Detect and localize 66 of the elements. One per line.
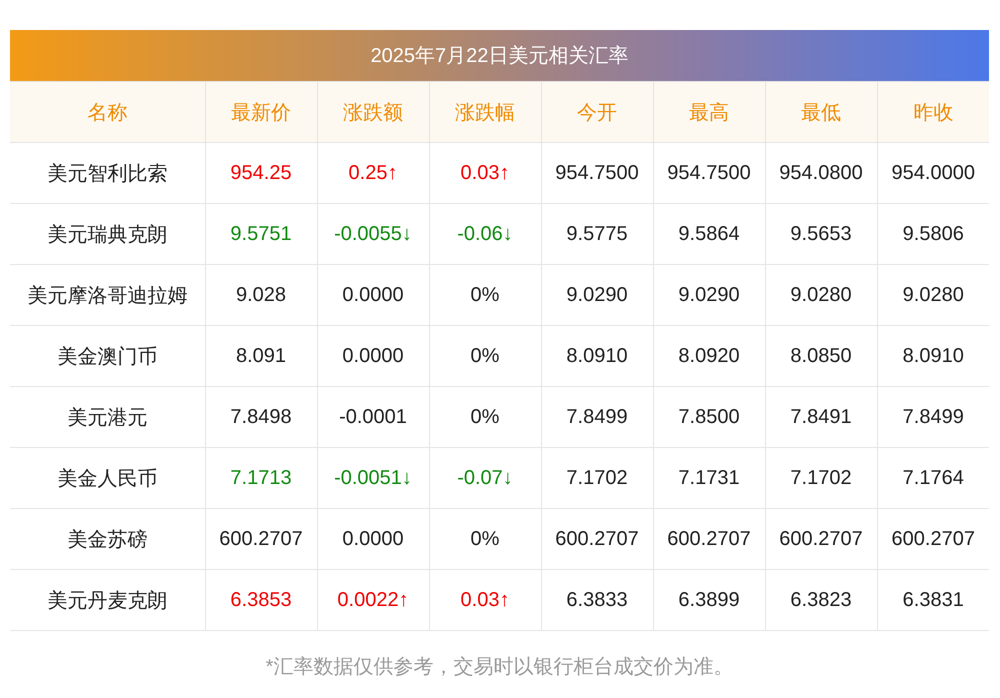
column-header: 最低	[765, 82, 877, 142]
table-cell: 7.1731	[653, 448, 765, 508]
table-cell: 954.0800	[765, 142, 877, 204]
table-cell: 9.5775	[541, 204, 653, 264]
table-cell: 0%	[429, 386, 541, 448]
column-header: 名称	[10, 82, 205, 142]
table-cell: 0.0000	[317, 264, 429, 326]
table-cell: 600.2707	[765, 508, 877, 570]
table-cell: 美元港元	[10, 386, 205, 448]
table-cell: 600.2707	[541, 508, 653, 570]
table-cell: 美元丹麦克朗	[10, 570, 205, 630]
table-cell: -0.0055↓	[317, 204, 429, 264]
table-cell: -0.06↓	[429, 204, 541, 264]
table-cell: 9.0280	[765, 264, 877, 326]
table-cell: 9.5653	[765, 204, 877, 264]
table-cell: 6.3899	[653, 570, 765, 630]
table-cell: 6.3833	[541, 570, 653, 630]
column-header: 今开	[541, 82, 653, 142]
column-header: 涨跌幅	[429, 82, 541, 142]
table-cell: 9.0290	[541, 264, 653, 326]
disclaimer-note: *汇率数据仅供参考，交易时以银行柜台成交价为准。	[264, 655, 734, 680]
table-cell: 7.8491	[765, 386, 877, 448]
table-cell: 7.8499	[541, 386, 653, 448]
table-cell: 0%	[429, 264, 541, 326]
table-cell: 954.7500	[653, 142, 765, 204]
table-cell: 9.5864	[653, 204, 765, 264]
table-cell: 0.0022↑	[317, 570, 429, 630]
table-cell: 0.03↑	[429, 142, 541, 204]
table-cell: 美元智利比索	[10, 142, 205, 204]
table-cell: 9.0290	[653, 264, 765, 326]
table-cell: 7.1702	[765, 448, 877, 508]
column-header: 昨收	[877, 82, 989, 142]
table-cell: -0.0001	[317, 386, 429, 448]
table-cell: 954.7500	[541, 142, 653, 204]
table-cell: 6.3853	[205, 570, 317, 630]
table-cell: 7.8498	[205, 386, 317, 448]
table-cell: 美金澳门币	[10, 326, 205, 386]
column-header: 最高	[653, 82, 765, 142]
table-cell: 0.0000	[317, 508, 429, 570]
table-cell: 0.0000	[317, 326, 429, 386]
table-cell: 0.03↑	[429, 570, 541, 630]
table-cell: 954.25	[205, 142, 317, 204]
table-cell: 0.25↑	[317, 142, 429, 204]
table-cell: 8.0910	[541, 326, 653, 386]
table-cell: 美元摩洛哥迪拉姆	[10, 264, 205, 326]
table-title: 2025年7月22日美元相关汇率	[10, 30, 989, 81]
table-cell: 0%	[429, 326, 541, 386]
table-cell: 9.5751	[205, 204, 317, 264]
table-cell: 7.1702	[541, 448, 653, 508]
table-cell: 8.0920	[653, 326, 765, 386]
table-cell: -0.0051↓	[317, 448, 429, 508]
column-header: 涨跌额	[317, 82, 429, 142]
table-cell: 美元瑞典克朗	[10, 204, 205, 264]
table-cell: 0%	[429, 508, 541, 570]
table-cell: 600.2707	[653, 508, 765, 570]
table-cell: 美金人民币	[10, 448, 205, 508]
table-cell: 600.2707	[205, 508, 317, 570]
table-cell: 7.8500	[653, 386, 765, 448]
table-cell: 7.1713	[205, 448, 317, 508]
table-cell: -0.07↓	[429, 448, 541, 508]
table-cell: 9.028	[205, 264, 317, 326]
column-header: 最新价	[205, 82, 317, 142]
table-cell: 美金苏磅	[10, 508, 205, 570]
table-cell: 8.0850	[765, 326, 877, 386]
table-cell: 8.091	[205, 326, 317, 386]
table-cell: 6.3823	[765, 570, 877, 630]
